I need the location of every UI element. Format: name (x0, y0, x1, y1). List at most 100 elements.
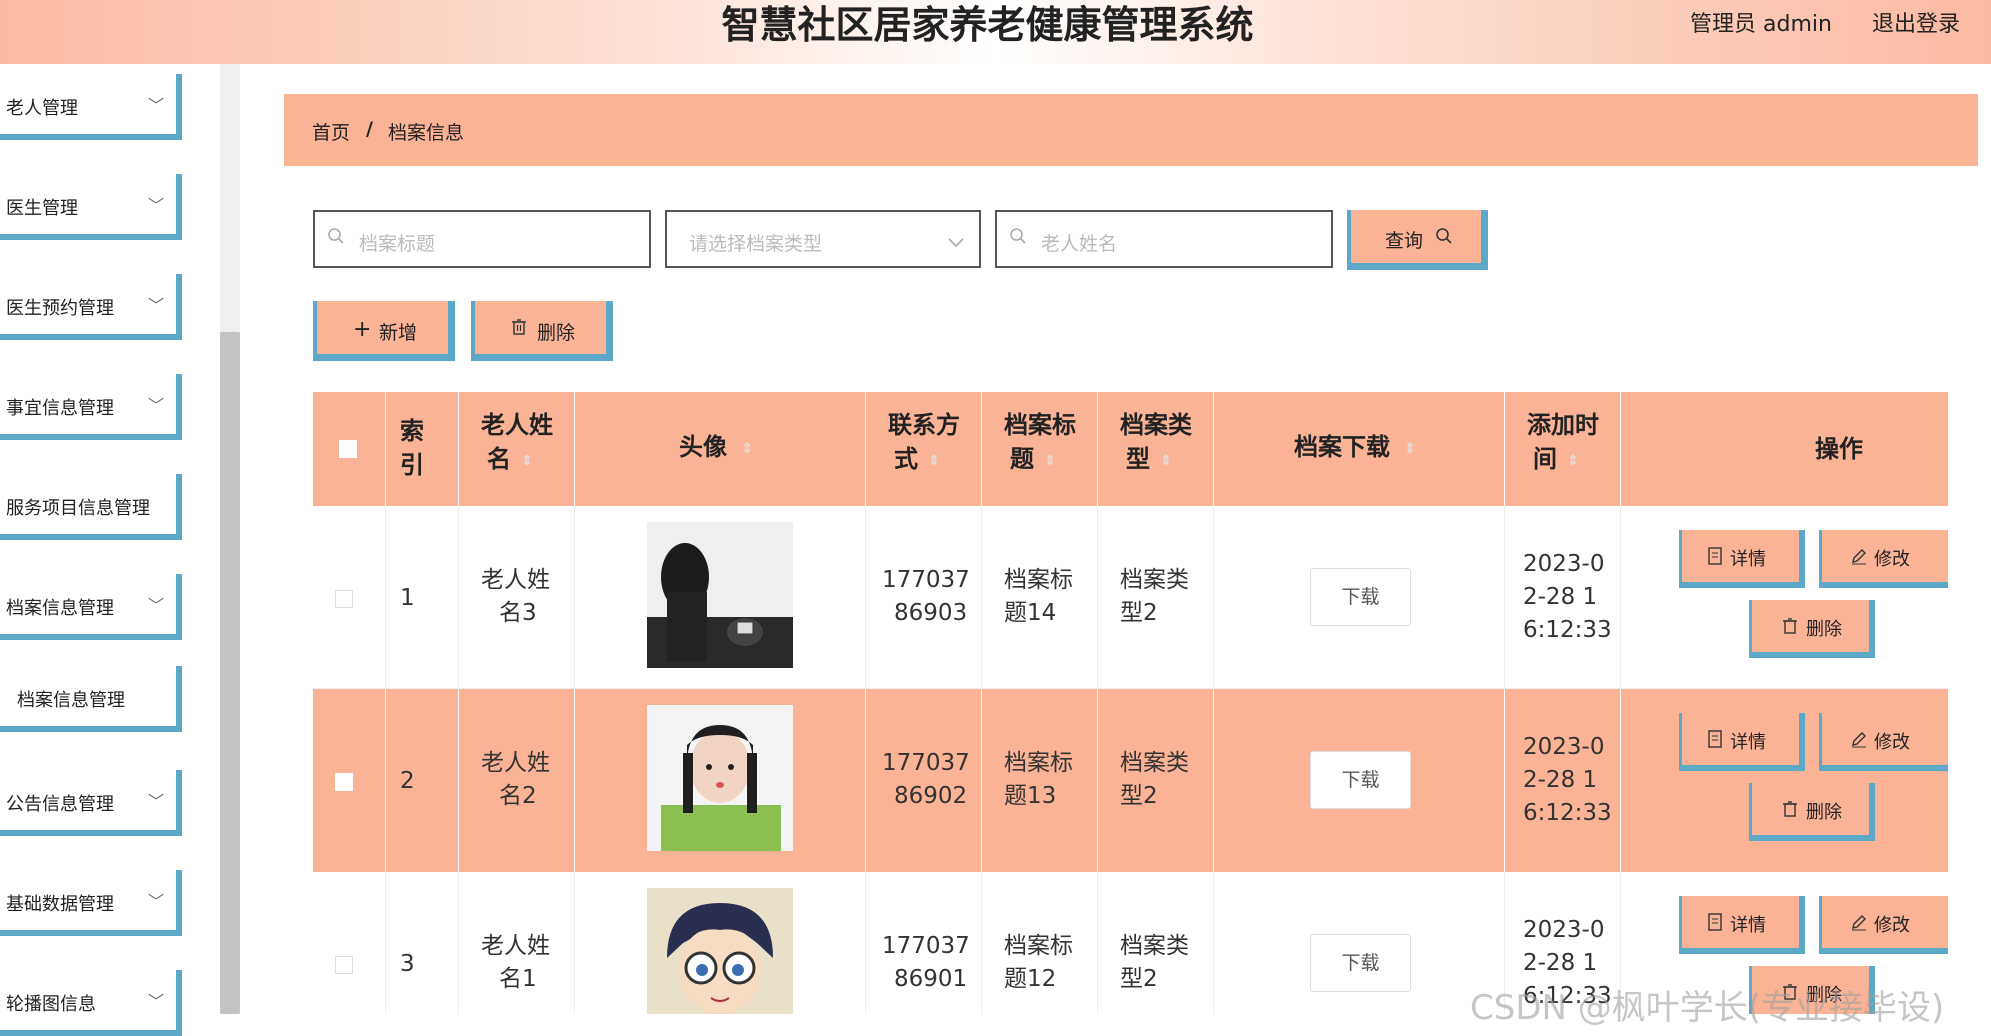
download-button[interactable]: 下载 (1310, 568, 1411, 626)
chevron-down-icon: ﹀ (148, 196, 165, 215)
header-index-line1: 索 (400, 417, 424, 445)
trash-icon (1782, 800, 1798, 823)
sidebar-scrollbar-thumb[interactable] (220, 332, 240, 1014)
table-row: 1 老人姓 名3 177037 86903 档案标 题14 档案类 型2 下载 … (313, 506, 1948, 689)
search-icon (1009, 226, 1027, 250)
header-avatar[interactable]: 头像 ⇕ (575, 392, 866, 506)
pencil-icon (1850, 913, 1868, 936)
sidebar-item-archive[interactable]: 档案信息管理 ﹀ (0, 574, 182, 640)
query-button[interactable]: 查询 (1347, 210, 1488, 270)
cell-type-line1: 档案类 (1120, 567, 1189, 593)
cell-name: 老人姓 名2 (459, 689, 575, 872)
header-index[interactable]: 索 引 (386, 392, 459, 506)
sidebar-item-appointment[interactable]: 医生预约管理 ﹀ (0, 274, 182, 340)
sidebar-item-notice[interactable]: 公告信息管理 ﹀ (0, 770, 182, 836)
cell-time-line2: 2-28 1 (1523, 950, 1598, 976)
sidebar-item-label: 档案信息管理 (6, 598, 114, 619)
download-button[interactable]: 下载 (1310, 934, 1411, 992)
avatar[interactable] (647, 705, 793, 851)
search-icon (1435, 227, 1453, 250)
breadcrumb-separator: / (366, 118, 373, 140)
batch-delete-button[interactable]: 删除 (471, 301, 613, 361)
detail-button[interactable]: 详情 (1679, 530, 1805, 588)
cell-time-line1: 2023-0 (1523, 551, 1605, 577)
cell-name-line1: 老人姓 (481, 933, 550, 959)
avatar[interactable] (647, 888, 793, 1014)
sort-icon[interactable]: ⇕ (741, 432, 753, 466)
sidebar-item-basedata[interactable]: 基础数据管理 ﹀ (0, 870, 182, 936)
sidebar-item-affairs[interactable]: 事宜信息管理 ﹀ (0, 374, 182, 440)
detail-label: 详情 (1730, 732, 1766, 753)
cell-time-line2: 2-28 1 (1523, 584, 1598, 610)
header-name-line2: 名 (487, 445, 511, 473)
system-title: 智慧社区居家养老健康管理系统 (721, 3, 1254, 47)
detail-label: 详情 (1730, 915, 1766, 936)
delete-button[interactable]: 删除 (1749, 600, 1875, 658)
header-download[interactable]: 档案下载 ⇕ (1214, 392, 1505, 506)
cell-title-line2: 题12 (1004, 966, 1057, 992)
sidebar-subitem-archive[interactable]: 档案信息管理 (0, 666, 182, 732)
cell-index-text: 1 (400, 585, 415, 611)
header-time-line2: 间 (1533, 445, 1557, 473)
sidebar-item-elder[interactable]: 老人管理 ﹀ (0, 74, 182, 140)
row-select (313, 506, 386, 689)
detail-button[interactable]: 详情 (1679, 713, 1805, 771)
sidebar-item-label: 服务项目信息管理 (6, 498, 150, 519)
cell-phone-line2: 86901 (894, 966, 968, 992)
breadcrumb: 首页 / 档案信息 (284, 94, 1978, 166)
header-phone[interactable]: 联系方 式 ⇕ (866, 392, 982, 506)
avatar[interactable] (647, 522, 793, 668)
delete-label: 删除 (1806, 802, 1842, 823)
header-select-all (313, 392, 386, 506)
sort-icon[interactable]: ⇕ (1567, 444, 1579, 478)
sort-icon[interactable]: ⇕ (928, 444, 940, 478)
delete-button[interactable]: 删除 (1749, 783, 1875, 841)
header-title[interactable]: 档案标 题 ⇕ (982, 392, 1098, 506)
cell-index: 2 (386, 689, 459, 872)
cell-name: 老人姓 名3 (459, 506, 575, 689)
cell-phone-line1: 177037 (882, 933, 970, 959)
chevron-down-icon: ﹀ (148, 396, 165, 415)
row-checkbox[interactable] (335, 956, 353, 974)
watermark: CSDN @枫叶学长(专业接毕设) (1470, 988, 1945, 1028)
edit-button[interactable]: 修改 (1819, 530, 1948, 588)
header-name[interactable]: 老人姓 名 ⇕ (459, 392, 575, 506)
elder-name-input[interactable]: 老人姓名 (995, 210, 1333, 268)
sidebar-item-doctor[interactable]: 医生管理 ﹀ (0, 174, 182, 240)
row-checkbox[interactable] (335, 773, 353, 791)
sort-icon[interactable]: ⇕ (1404, 432, 1416, 466)
breadcrumb-home[interactable]: 首页 (312, 118, 350, 145)
archive-type-placeholder: 请选择档案类型 (689, 233, 823, 255)
edit-button[interactable]: 修改 (1819, 713, 1948, 771)
sort-icon[interactable]: ⇕ (521, 444, 533, 478)
cell-title-line2: 题14 (1004, 600, 1057, 626)
sort-icon[interactable]: ⇕ (1160, 444, 1172, 478)
cell-index: 3 (386, 872, 459, 1014)
cell-ops: 详情 修改 删除 (1621, 506, 1948, 689)
sidebar-item-carousel[interactable]: 轮播图信息 ﹀ (0, 970, 182, 1036)
header-type[interactable]: 档案类 型 ⇕ (1098, 392, 1214, 506)
download-button[interactable]: 下载 (1310, 751, 1411, 809)
sidebar-item-service[interactable]: 服务项目信息管理 (0, 474, 182, 540)
header-time[interactable]: 添加时 间 ⇕ (1505, 392, 1621, 506)
cell-name-line1: 老人姓 (481, 750, 550, 776)
cell-phone-line2: 86902 (894, 783, 968, 809)
edit-button[interactable]: 修改 (1819, 896, 1948, 954)
row-select (313, 689, 386, 872)
add-button[interactable]: + 新增 (313, 301, 455, 361)
cell-title: 档案标 题12 (982, 872, 1098, 1014)
logout-link[interactable]: 退出登录 (1872, 6, 1960, 38)
plus-icon: + (353, 317, 372, 342)
cell-phone: 177037 86903 (866, 506, 982, 689)
sort-icon[interactable]: ⇕ (1044, 444, 1056, 478)
archive-title-input[interactable]: 档案标题 (313, 210, 651, 268)
cell-ops: 详情 修改 删除 (1621, 689, 1948, 872)
detail-button[interactable]: 详情 (1679, 896, 1805, 954)
select-all-checkbox[interactable] (339, 440, 357, 458)
archive-type-select[interactable]: 请选择档案类型 (665, 210, 981, 268)
header-phone-line1: 联系方 (888, 411, 960, 439)
edit-label: 修改 (1874, 549, 1910, 570)
cell-time-line2: 2-28 1 (1523, 767, 1598, 793)
cell-type: 档案类 型2 (1098, 872, 1214, 1014)
row-checkbox[interactable] (335, 590, 353, 608)
